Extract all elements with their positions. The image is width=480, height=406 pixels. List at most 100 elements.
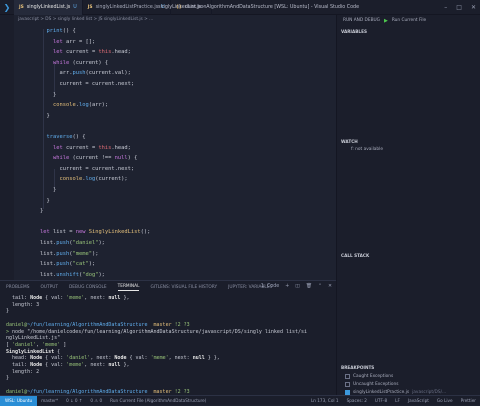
code-line[interactable]: traverse() { <box>14 132 336 143</box>
run-config-indicator[interactable]: Run Current File (AlgorithmAndDataStruct… <box>106 398 210 403</box>
terminal-line: daniel@~/fun/learning/AlgorithmAndDataSt… <box>6 321 190 328</box>
tab-label: singlyLinkedListPractice.js <box>95 4 159 10</box>
chevron-up-icon[interactable]: ⌃ <box>318 284 322 289</box>
eol[interactable]: LF <box>391 398 404 403</box>
tab-badge: U <box>73 4 77 10</box>
checkbox[interactable] <box>345 382 350 387</box>
terminal-select[interactable]: 1: Code <box>261 284 279 289</box>
code-line[interactable]: list.unshift("dog"); <box>14 270 336 280</box>
close-panel-icon[interactable]: ✕ <box>328 284 332 289</box>
code-text: let current = this.head; <box>52 144 131 151</box>
code-line[interactable]: list.push("cat"); <box>14 259 336 270</box>
code-line[interactable]: current = current.next; <box>14 164 336 175</box>
code-line[interactable]: console.log(current); <box>14 174 336 185</box>
terminal-line: [ 'daniel', 'meme' ] <box>6 341 67 348</box>
bottom-panel: PROBLEMS OUTPUT DEBUG CONSOLE TERMINAL G… <box>0 280 336 395</box>
breadcrumb[interactable]: javascript > DS > singly linked list > J… <box>14 15 336 24</box>
code-text: list.push("cat"); <box>40 261 96 268</box>
sync-indicator[interactable]: 0 ↓ 0 ↑ <box>62 398 86 403</box>
cursor-position[interactable]: Ln 173, Col 1 <box>307 398 343 403</box>
terminal-line: SinglyLinkedList { <box>6 348 61 355</box>
code-line[interactable]: print() { <box>14 26 336 37</box>
minimize-icon[interactable]: – <box>444 4 447 11</box>
code-line[interactable]: let arr = []; <box>14 37 336 48</box>
code-line[interactable]: current = current.next; <box>14 79 336 90</box>
code-text: console.log(current); <box>59 176 128 183</box>
code-line[interactable]: let list = new SinglyLinkedList(); <box>14 227 336 238</box>
code-text: print() { <box>46 28 76 34</box>
title-bar: ❯ JS singlyLinkedList.js U JS singlyLink… <box>0 0 480 15</box>
tab-singly-linked-list[interactable]: JS singlyLinkedList.js U <box>14 0 83 15</box>
code-text: } <box>40 197 50 204</box>
maximize-icon[interactable]: □ <box>456 4 462 11</box>
problems-indicator[interactable]: 0 ⚠ 0 <box>86 398 106 403</box>
code-editor[interactable]: print() { let arr = []; let current = th… <box>14 24 336 280</box>
code-line[interactable]: } <box>14 185 336 196</box>
watch-item[interactable]: f: not available <box>351 147 383 152</box>
tab-debug-console[interactable]: DEBUG CONSOLE <box>69 285 107 290</box>
code-text: traverse() { <box>46 134 86 140</box>
code-text: while (current !== null) { <box>52 155 138 162</box>
terminal-line: } <box>6 375 10 382</box>
code-line[interactable]: console.log(arr); <box>14 100 336 111</box>
code-text: let current = this.head; <box>52 49 131 56</box>
breakpoint-caught[interactable]: Caught Exceptions <box>345 374 393 379</box>
code-text: let list = new SinglyLinkedList(); <box>40 229 151 236</box>
variables-section[interactable]: VARIABLES <box>337 27 480 36</box>
code-text: console.log(arr); <box>52 102 109 109</box>
tab-output[interactable]: OUTPUT <box>40 285 58 290</box>
code-line[interactable]: arr.push(current.val); <box>14 68 336 79</box>
encoding[interactable]: UTF-8 <box>371 398 391 403</box>
indentation[interactable]: Spaces: 2 <box>343 398 371 403</box>
code-text: while (current) { <box>52 59 109 66</box>
code-line[interactable]: let current = this.head; <box>14 143 336 154</box>
terminal-line: tail: Node { val: 'meme', next: null }, <box>6 295 130 301</box>
terminal-line: length: 3 <box>6 301 40 308</box>
terminal-line: head: Node { val: 'daniel', next: Node {… <box>6 355 220 362</box>
code-line[interactable]: } <box>14 196 336 207</box>
debug-config-select[interactable]: Run Current File <box>392 18 426 23</box>
code-line[interactable]: } <box>14 206 336 217</box>
code-text: list.push("meme"); <box>40 250 99 257</box>
vscode-logo-icon: ❯ <box>3 2 11 12</box>
call-stack-section[interactable]: CALL STACK <box>337 251 480 260</box>
go-live-button[interactable]: Go Live <box>433 398 457 403</box>
tab-terminal[interactable]: TERMINAL <box>117 284 140 291</box>
breakpoint-uncaught[interactable]: Uncaught Exceptions <box>345 382 398 387</box>
code-text: } <box>40 91 57 98</box>
code-line[interactable] <box>14 217 336 228</box>
code-line[interactable]: list.push("meme"); <box>14 249 336 260</box>
tab-problems[interactable]: PROBLEMS <box>6 285 29 290</box>
add-terminal-icon[interactable]: + <box>285 284 289 289</box>
code-text: list.push("daniel"); <box>40 240 105 246</box>
play-icon[interactable]: ▶ <box>384 18 388 24</box>
code-text: } <box>40 187 57 193</box>
watch-section[interactable]: WATCH <box>337 137 480 146</box>
remote-indicator[interactable]: WSL: Ubuntu <box>0 395 38 406</box>
code-line[interactable]: } <box>14 90 336 101</box>
code-line[interactable] <box>14 121 336 132</box>
code-text: arr.push(current.val); <box>40 70 131 77</box>
checkbox[interactable] <box>345 374 350 379</box>
split-terminal-icon[interactable]: ◫ <box>295 284 300 289</box>
code-line[interactable]: list.push("daniel"); <box>14 238 336 249</box>
code-line[interactable]: while (current) { <box>14 58 336 69</box>
js-file-icon: JS <box>87 4 93 10</box>
breakpoints-section[interactable]: BREAKPOINTS <box>337 363 480 372</box>
code-line[interactable]: let current = this.head; <box>14 47 336 58</box>
run-debug-label: RUN AND DEBUG <box>343 18 380 23</box>
terminal-line: > node "/home/danielcodes/fun/learning/A… <box>6 328 308 335</box>
branch-indicator[interactable]: master* <box>37 398 62 403</box>
language-mode[interactable]: JavaScript <box>404 398 433 403</box>
code-line[interactable]: } <box>14 111 336 122</box>
js-file-icon: JS <box>19 4 24 10</box>
code-text: let arr = []; <box>52 38 96 45</box>
close-icon[interactable]: ✕ <box>471 4 476 11</box>
terminal-output[interactable]: tail: Node { val: 'meme', next: null }, … <box>6 295 331 395</box>
code-line[interactable]: while (current !== null) { <box>14 153 336 164</box>
tab-gitlens[interactable]: GITLENS: VISUAL FILE HISTORY <box>150 285 217 290</box>
code-text: list.unshift("dog"); <box>40 271 105 278</box>
prettier-indicator[interactable]: Prettier <box>457 398 480 403</box>
trash-icon[interactable]: 🗑 <box>306 284 312 289</box>
